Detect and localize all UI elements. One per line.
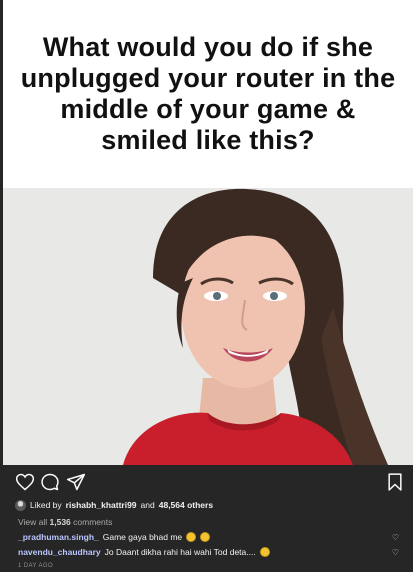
liked-by-and: and — [140, 500, 155, 510]
heart-outline-icon[interactable] — [15, 472, 35, 492]
paper-plane-icon[interactable] — [66, 472, 86, 492]
post-timestamp: 1 DAY AGO — [18, 563, 54, 569]
comment-item: navendu_chaudhary Jo Daant dikha rahi ha… — [18, 547, 413, 557]
grinning-emoji-icon — [200, 532, 211, 542]
bookmark-icon[interactable] — [385, 472, 405, 492]
comment-text: Jo Daant dikha rahi hai wahi Tod deta...… — [104, 547, 256, 557]
liker-avatar[interactable] — [15, 499, 26, 511]
liked-by-prefix: Liked by — [30, 500, 62, 510]
smiling-woman-photo — [3, 188, 413, 465]
grimacing-emoji-icon — [259, 547, 270, 557]
post-photo[interactable] — [3, 188, 413, 465]
post-actions-bar — [3, 466, 413, 496]
liked-by-user[interactable]: rishabh_khattri99 — [66, 500, 137, 510]
comment-username[interactable]: navendu_chaudhary — [18, 547, 101, 557]
comment-like-heart-icon[interactable]: ♡ — [392, 533, 399, 542]
comment-like-heart-icon[interactable]: ♡ — [392, 548, 399, 557]
comment-text: Game gaya bhad me — [102, 532, 183, 542]
comment-item: _pradhuman.singh_ Game gaya bhad me ♡ — [18, 532, 413, 542]
view-all-prefix: View all — [18, 517, 48, 527]
view-all-count: 1,536 — [49, 517, 71, 527]
grinning-emoji-icon — [186, 532, 197, 542]
likes-summary: Liked by rishabh_khattri99 and 48,564 ot… — [15, 497, 213, 513]
comment-username[interactable]: _pradhuman.singh_ — [18, 532, 99, 542]
view-all-comments-link[interactable]: View all 1,536 comments — [18, 517, 112, 527]
comment-bubble-icon[interactable] — [40, 472, 60, 492]
meme-caption-text: What would you do if she unplugged your … — [20, 32, 396, 155]
meme-caption-panel: What would you do if she unplugged your … — [3, 0, 413, 188]
liked-by-others[interactable]: 48,564 others — [159, 500, 213, 510]
view-all-suffix: comments — [73, 517, 113, 527]
instagram-post: What would you do if she unplugged your … — [3, 0, 413, 572]
